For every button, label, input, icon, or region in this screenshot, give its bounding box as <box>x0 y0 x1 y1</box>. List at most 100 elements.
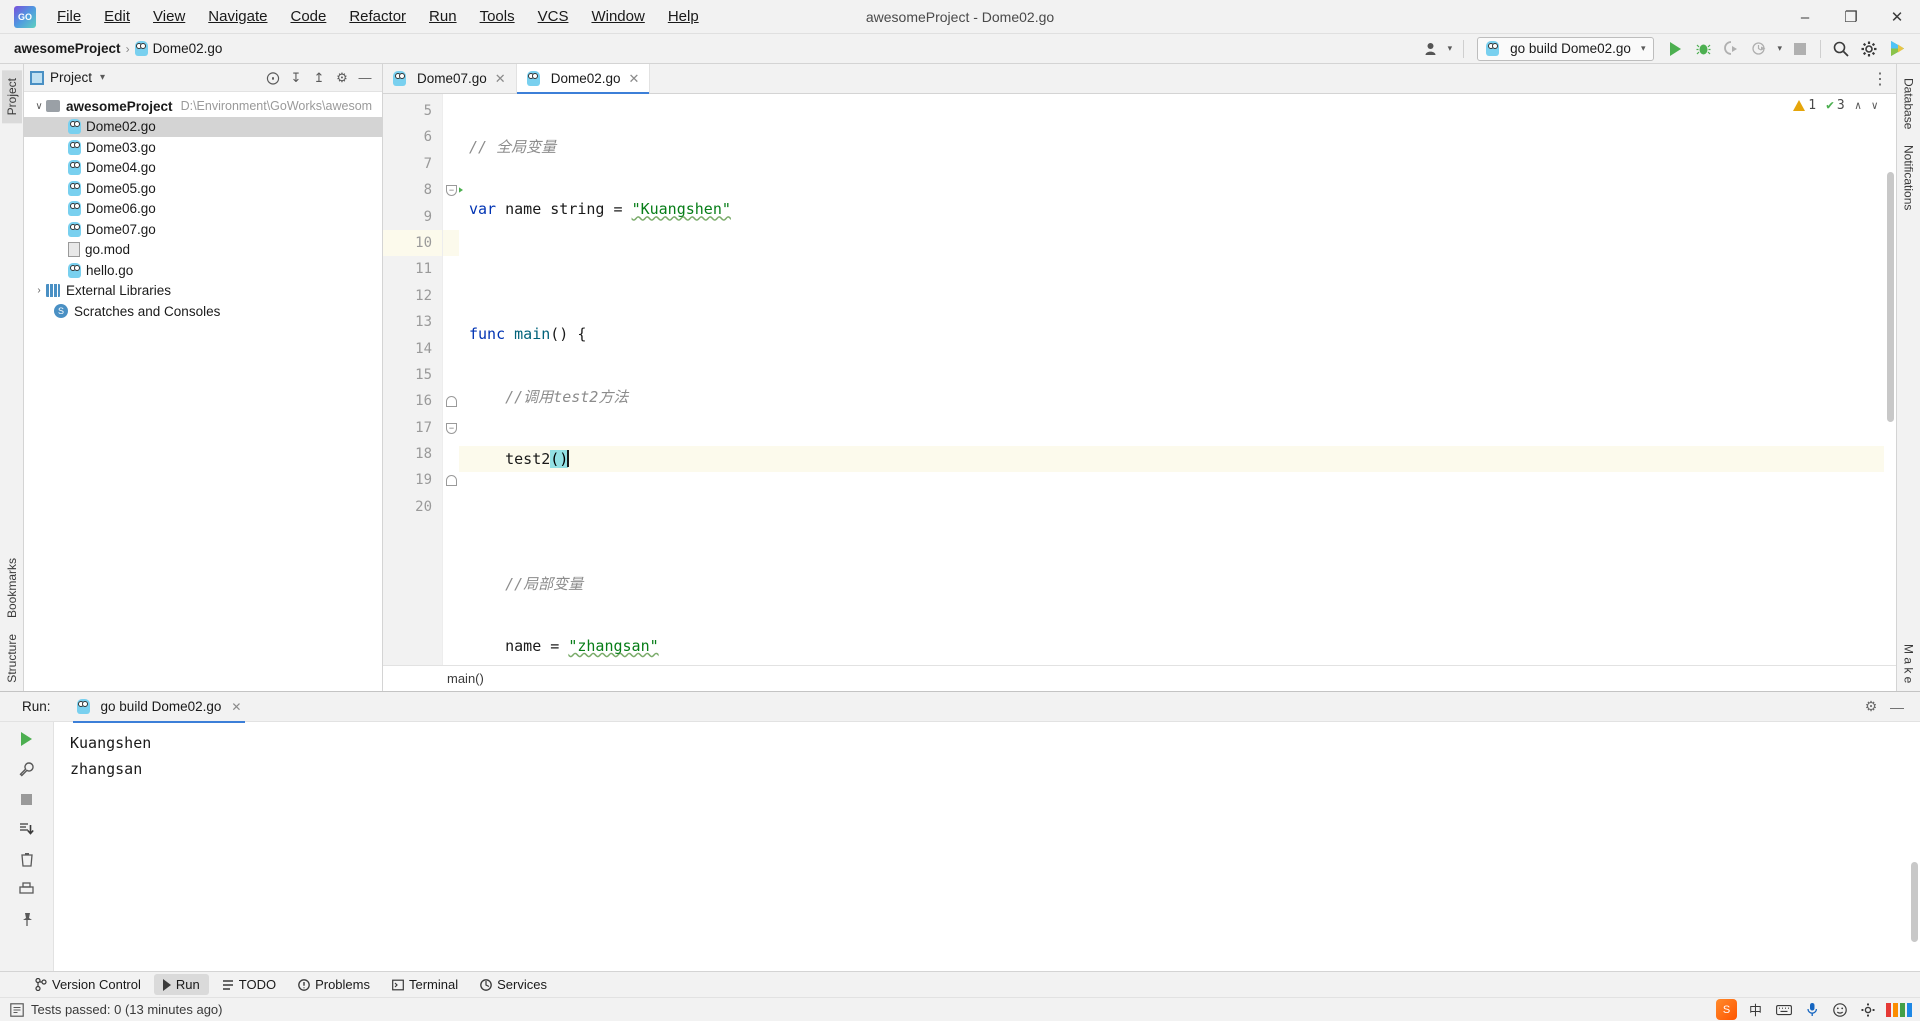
code-line[interactable]: func main() { <box>459 321 1896 347</box>
code-line[interactable]: //局部变量 <box>459 571 1896 597</box>
code-line[interactable]: name = "zhangsan" <box>459 633 1896 659</box>
status-tab-run[interactable]: Run <box>153 974 209 995</box>
code-line[interactable]: // 全局变量 <box>459 134 1896 160</box>
menu-file[interactable]: File <box>46 4 92 29</box>
breadcrumb-file[interactable]: Dome02.go <box>134 41 222 56</box>
sidebar-item-project[interactable]: Project <box>1 70 22 124</box>
menu-window[interactable]: Window <box>580 4 655 29</box>
account-dropdown-icon[interactable]: ▾ <box>1448 43 1453 54</box>
fold-end-main[interactable] <box>443 388 459 414</box>
sidebar-item-database[interactable]: Database <box>1899 70 1919 137</box>
tree-row-external-libraries[interactable]: › External Libraries <box>24 281 382 302</box>
smiley-icon[interactable] <box>1830 1000 1849 1019</box>
tree-row-dome06[interactable]: Dome06.go <box>24 199 382 220</box>
menu-edit[interactable]: Edit <box>93 4 141 29</box>
run-configuration-selector[interactable]: go build Dome02.go ▾ <box>1477 36 1655 61</box>
debug-button[interactable] <box>1690 37 1716 61</box>
stop-icon[interactable] <box>16 788 38 810</box>
scroll-to-end-icon[interactable] <box>16 818 38 840</box>
menu-refactor[interactable]: Refactor <box>338 4 417 29</box>
coverage-button[interactable] <box>1718 37 1744 61</box>
status-tab-services[interactable]: Services <box>471 974 556 995</box>
profile-dropdown-icon[interactable]: ▾ <box>1777 43 1782 54</box>
wrench-icon[interactable] <box>16 758 38 780</box>
minimize-button[interactable]: – <box>1782 0 1828 34</box>
collapse-all-icon[interactable]: ↥ <box>308 67 330 89</box>
editor-breadcrumb[interactable]: main() <box>383 665 1896 691</box>
account-icon[interactable] <box>1420 37 1446 61</box>
project-settings-gear-icon[interactable]: ⚙ <box>331 67 353 89</box>
print-icon[interactable] <box>16 878 38 900</box>
fold-region-main[interactable]: − <box>443 177 459 203</box>
locate-file-icon[interactable]: ⨀ <box>262 67 284 89</box>
color-bars-icon[interactable] <box>1886 1002 1912 1017</box>
settings-gear-icon[interactable] <box>1856 37 1882 61</box>
project-scope-dropdown-icon[interactable]: ▾ <box>100 72 105 83</box>
line-number-gutter[interactable]: 5 6 7 8 9 10 11 12 13 14 15 16 17 18 19 … <box>383 94 463 665</box>
sidebar-item-make[interactable]: M a k e <box>1899 636 1919 691</box>
microphone-icon[interactable] <box>1802 1000 1821 1019</box>
status-tab-terminal[interactable]: Terminal <box>383 974 467 995</box>
tree-row-dome05[interactable]: Dome05.go <box>24 178 382 199</box>
updates-icon[interactable] <box>1884 37 1910 61</box>
code-line[interactable]: test2() <box>459 445 1896 473</box>
chevron-down-icon[interactable]: ∨ <box>1871 99 1878 112</box>
menu-vcs[interactable]: VCS <box>527 4 580 29</box>
fold-end-test2[interactable] <box>443 467 459 493</box>
menu-navigate[interactable]: Navigate <box>197 4 278 29</box>
fold-region-test2[interactable]: − <box>443 415 459 441</box>
console-output[interactable]: Kuangshen zhangsan <box>54 722 1920 971</box>
tree-row-hello[interactable]: hello.go <box>24 260 382 281</box>
tab-dome07-close-icon[interactable]: ✕ <box>495 71 506 87</box>
sogou-logo-icon[interactable]: S <box>1716 999 1737 1020</box>
trash-icon[interactable] <box>16 848 38 870</box>
profile-button[interactable] <box>1746 37 1772 61</box>
pin-icon[interactable] <box>16 908 38 930</box>
breadcrumb-project[interactable]: awesomeProject <box>14 41 121 56</box>
run-panel-settings-gear-icon[interactable]: ⚙ <box>1860 696 1882 718</box>
inspection-widget[interactable]: 1 ✔ 3 ∧ ∨ <box>1793 98 1878 113</box>
chevron-down-icon[interactable]: ∨ <box>32 101 46 112</box>
hide-panel-icon[interactable]: — <box>354 67 376 89</box>
ok-count-chip[interactable]: ✔ 3 <box>1826 98 1845 113</box>
editor-scrollbar-thumb[interactable] <box>1887 172 1894 422</box>
expand-all-icon[interactable]: ↧ <box>285 67 307 89</box>
keyboard-icon[interactable] <box>1774 1000 1793 1019</box>
sidebar-item-bookmarks[interactable]: Bookmarks <box>2 550 22 626</box>
tree-row-scratches[interactable]: S Scratches and Consoles <box>24 301 382 322</box>
ime-chinese-icon[interactable]: 中 <box>1746 1000 1765 1019</box>
stop-button[interactable] <box>1787 37 1813 61</box>
tree-row-dome03[interactable]: Dome03.go <box>24 137 382 158</box>
menu-view[interactable]: View <box>142 4 196 29</box>
console-scrollbar[interactable] <box>1908 722 1920 971</box>
status-tab-todo[interactable]: TODO <box>213 974 285 995</box>
code-line[interactable] <box>459 259 1896 285</box>
fold-open-icon[interactable]: − <box>446 422 457 434</box>
code-line[interactable] <box>459 508 1896 534</box>
tab-dome02-close-icon[interactable]: ✕ <box>629 71 640 87</box>
code-line[interactable]: var name string = "Kuangshen" <box>459 196 1896 222</box>
run-tab-go-build[interactable]: go build Dome02.go ✕ <box>69 695 250 723</box>
status-tab-version-control[interactable]: Version Control <box>26 974 150 995</box>
tree-row-dome02[interactable]: Dome02.go <box>24 116 382 137</box>
tree-row-project-root[interactable]: ∨ awesomeProject D:\Environment\GoWorks\… <box>24 96 382 117</box>
close-button[interactable]: ✕ <box>1874 0 1920 34</box>
editor-tab-options-icon[interactable]: ⋮ <box>1872 64 1896 93</box>
editor-scrollbar[interactable] <box>1884 94 1896 665</box>
menu-help[interactable]: Help <box>657 4 710 29</box>
rerun-icon[interactable] <box>16 728 38 750</box>
status-tab-problems[interactable]: Problems <box>289 974 379 995</box>
warning-count-chip[interactable]: 1 <box>1793 98 1816 113</box>
run-button[interactable] <box>1662 37 1688 61</box>
code-text[interactable]: // 全局变量 var name string = "Kuangshen" fu… <box>459 94 1896 665</box>
chevron-up-icon[interactable]: ∧ <box>1855 99 1862 112</box>
tree-row-dome04[interactable]: Dome04.go <box>24 158 382 179</box>
maximize-button[interactable]: ❐ <box>1828 0 1874 34</box>
fold-open-icon[interactable]: − <box>446 185 457 197</box>
tab-dome07[interactable]: Dome07.go ✕ <box>383 64 517 93</box>
console-scrollbar-thumb[interactable] <box>1911 862 1918 942</box>
code-line[interactable]: //调用test2方法 <box>459 384 1896 410</box>
tree-row-dome07[interactable]: Dome07.go <box>24 219 382 240</box>
code-folding-gutter[interactable]: − − <box>443 94 459 665</box>
run-tab-close-icon[interactable]: ✕ <box>231 700 241 714</box>
